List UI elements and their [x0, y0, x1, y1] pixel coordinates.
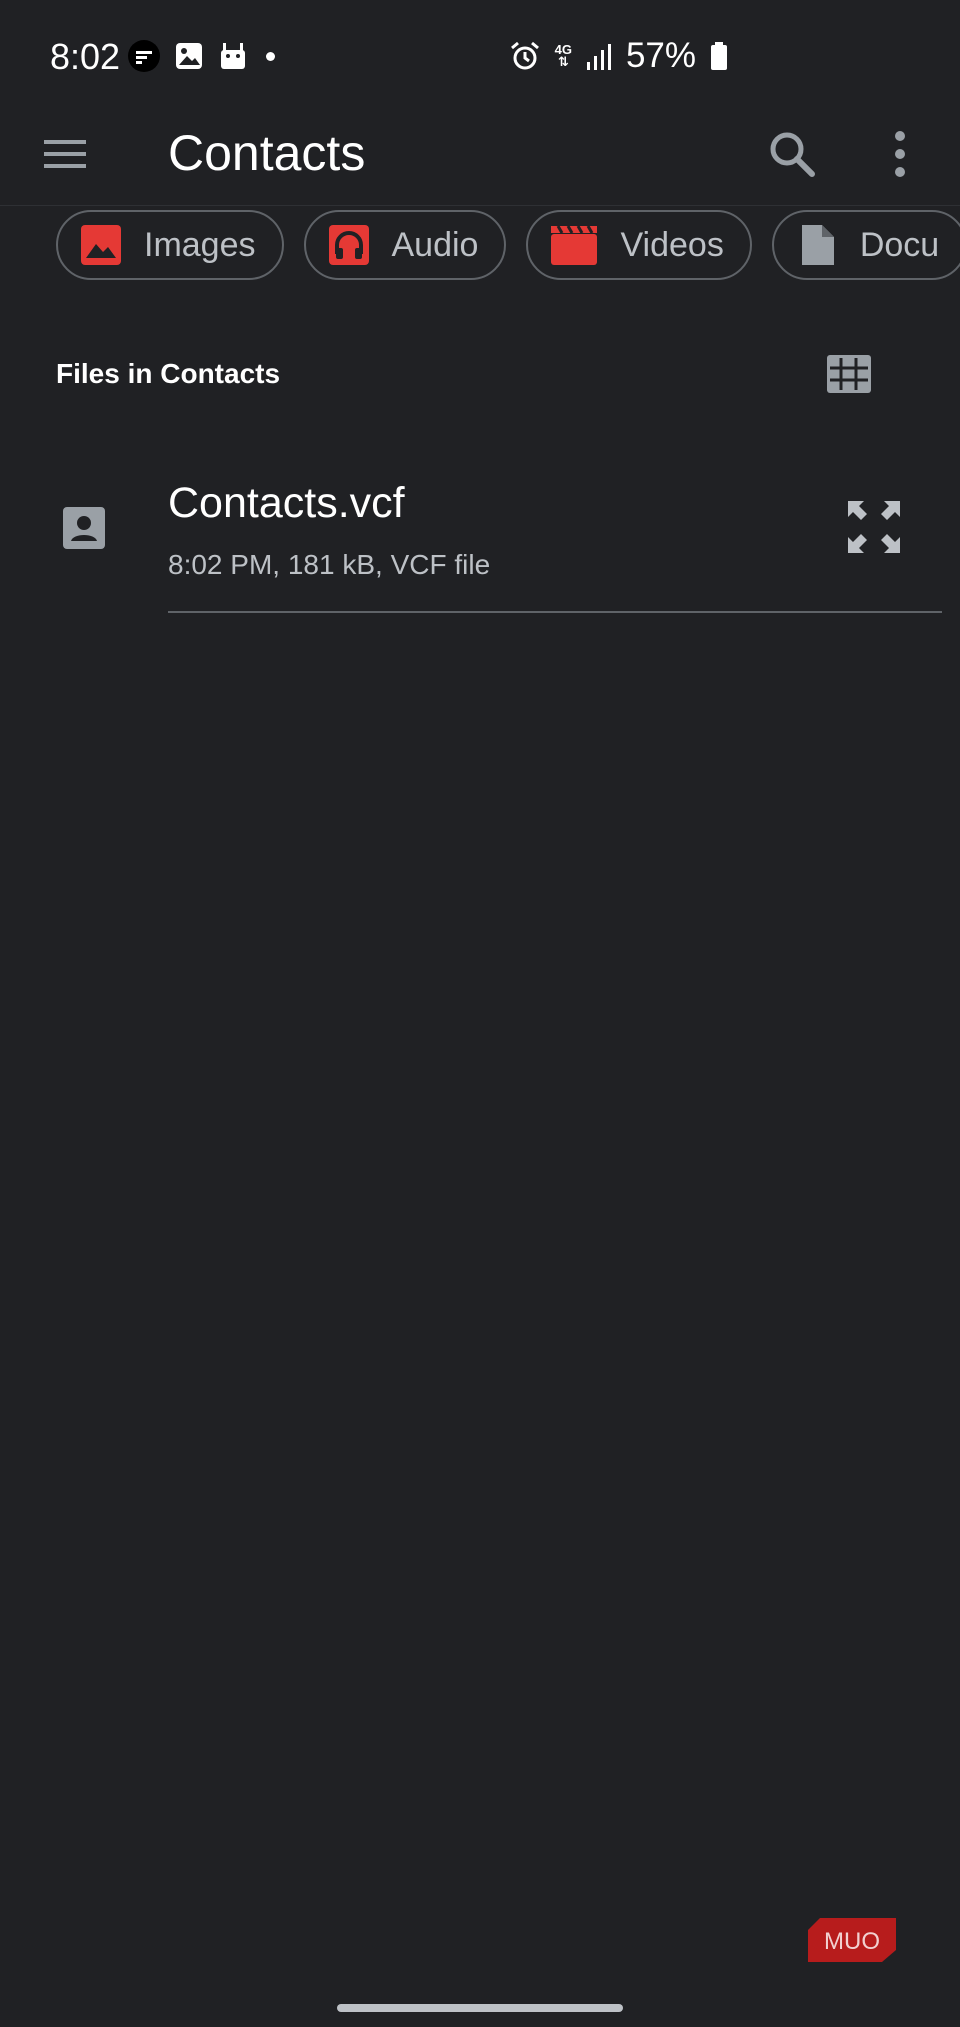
movie-icon [551, 225, 598, 265]
page-title: Contacts [168, 125, 366, 181]
flipboard-icon [128, 40, 160, 72]
alarm-icon [510, 41, 539, 70]
grid-view-icon[interactable] [826, 354, 872, 394]
contact-card-icon [63, 507, 105, 549]
file-meta: 8:02 PM, 181 kB, VCF file [168, 549, 491, 580]
chip-images[interactable]: Images [56, 210, 284, 280]
signal-icon [586, 44, 611, 70]
status-time: 8:02 [50, 36, 121, 77]
svg-text:MUO: MUO [824, 1928, 880, 1955]
battery-percent: 57% [625, 36, 696, 75]
search-icon[interactable] [766, 128, 818, 180]
app-bar: Contacts [0, 110, 960, 206]
expand-icon[interactable] [846, 499, 902, 555]
system-icons: 4G ⇅ 57% [509, 36, 728, 76]
more-vert-icon[interactable] [878, 128, 922, 180]
chip-label: Audio [391, 225, 479, 264]
network-4g-icon: 4G ⇅ [554, 42, 572, 69]
gallery-icon [176, 43, 202, 69]
muo-watermark-logo: MUO [806, 1916, 898, 1964]
android-icon [221, 43, 245, 69]
chip-label: Docu [859, 225, 940, 264]
filter-chips: Images Audio Videos Docu [56, 210, 960, 286]
chip-label: Images [144, 225, 256, 264]
hamburger-menu-icon[interactable] [42, 130, 90, 178]
chip-label: Videos [620, 225, 724, 264]
image-icon [81, 225, 121, 265]
section-title: Files in Contacts [56, 358, 281, 389]
file-list-item[interactable]: Contacts.vcf 8:02 PM, 181 kB, VCF file [0, 465, 960, 615]
document-icon [801, 225, 834, 265]
chip-videos[interactable]: Videos [526, 210, 752, 280]
chip-documents[interactable]: Docu [771, 210, 960, 280]
dot-icon [266, 51, 275, 61]
file-name: Contacts.vcf [168, 479, 405, 527]
divider [168, 611, 942, 613]
notification-icons [128, 40, 275, 72]
headphones-icon [328, 225, 369, 265]
chip-audio[interactable]: Audio [303, 210, 507, 280]
battery-icon [711, 42, 727, 70]
status-bar: 8:02 4G ⇅ 57% [0, 0, 960, 110]
gesture-navigation-bar[interactable] [337, 2004, 623, 2012]
